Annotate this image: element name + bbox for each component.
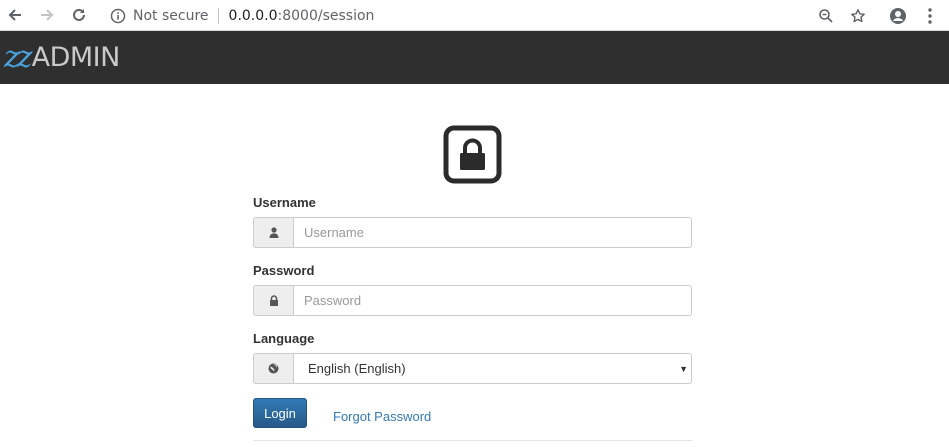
dropdown-caret-icon: ▼ bbox=[679, 363, 688, 374]
profile-button[interactable] bbox=[887, 5, 909, 27]
menu-button[interactable] bbox=[919, 5, 941, 27]
language-label: Language bbox=[253, 331, 315, 346]
forward-arrow-icon bbox=[41, 9, 54, 21]
logo-text: ADMIN bbox=[31, 41, 121, 73]
username-input[interactable] bbox=[293, 217, 692, 248]
password-group bbox=[253, 285, 692, 316]
url-host: 0.0.0.0 bbox=[228, 8, 278, 24]
user-icon bbox=[253, 217, 293, 248]
username-group bbox=[253, 217, 692, 248]
zoom-out-icon bbox=[819, 9, 833, 23]
login-form: Username Password Language English (Engl… bbox=[253, 195, 692, 428]
language-select[interactable]: English (English) ▼ bbox=[293, 353, 692, 384]
back-button[interactable] bbox=[5, 5, 25, 25]
app-header: zz ADMIN bbox=[0, 31, 949, 84]
reload-icon bbox=[73, 8, 85, 21]
lock-icon bbox=[443, 125, 502, 184]
star-icon bbox=[851, 9, 865, 23]
bookmark-button[interactable] bbox=[847, 5, 869, 27]
username-label: Username bbox=[253, 195, 316, 210]
zoom-button[interactable] bbox=[815, 5, 837, 27]
password-label: Password bbox=[253, 263, 315, 278]
password-lock-icon bbox=[253, 285, 293, 316]
address-bar[interactable]: Not secure 0.0.0.0:8000/session bbox=[110, 5, 374, 27]
back-arrow-icon bbox=[8, 9, 21, 21]
forward-button[interactable] bbox=[37, 5, 57, 25]
password-input[interactable] bbox=[293, 285, 692, 316]
forgot-password-link[interactable]: Forgot Password bbox=[333, 409, 431, 424]
reload-button[interactable] bbox=[69, 5, 89, 25]
url-path: :8000/session bbox=[277, 8, 375, 24]
form-divider bbox=[253, 440, 692, 441]
info-icon[interactable] bbox=[110, 8, 126, 24]
account-icon bbox=[890, 8, 906, 24]
form-actions: Login Forgot Password bbox=[253, 398, 692, 428]
more-vertical-icon bbox=[928, 8, 932, 24]
globe-icon bbox=[253, 353, 293, 384]
browser-toolbar: Not secure 0.0.0.0:8000/session bbox=[0, 0, 949, 31]
language-selected-value: English (English) bbox=[308, 361, 406, 376]
security-status: Not secure bbox=[133, 8, 209, 24]
app-logo[interactable]: zz ADMIN bbox=[4, 39, 121, 75]
language-group: English (English) ▼ bbox=[253, 353, 692, 384]
logo-mark: zz bbox=[4, 39, 33, 75]
address-divider bbox=[217, 8, 219, 24]
login-button[interactable]: Login bbox=[253, 398, 307, 428]
